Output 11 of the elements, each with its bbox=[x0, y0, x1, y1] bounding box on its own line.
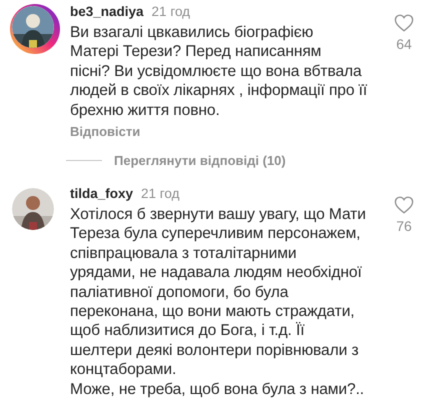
like-count: 64 bbox=[396, 36, 412, 52]
avatar-frame[interactable] bbox=[10, 4, 60, 54]
like-count: 76 bbox=[396, 218, 412, 234]
username[interactable]: be3_nadiya bbox=[70, 4, 144, 19]
comment-text: Ви взагалі цвкавились біографією Матері Терези? Перед написанням пісні? Ви усвідомлюєте що вона вбтвала людей в своїх лікарнях , інформації про її брехню життя повно. bbox=[70, 23, 368, 120]
username[interactable]: tilda_foxy bbox=[70, 186, 134, 202]
heart-icon[interactable] bbox=[394, 196, 414, 214]
timestamp: 21 год bbox=[152, 4, 190, 19]
heart-icon[interactable] bbox=[394, 14, 414, 32]
comment-text: Хотілося б звернути вашу увагу, що Мати Тереза була суперечливим персонажем, співпрацювала з тоталітарними урядами, не надавала людям необхідної паліативної допомоги, бо була переконана, що вони мають страждати, щоб наблизитися до Бога, і т.д. Її шелтери деякі волонтери порівнювали з концтаборами. Може, не треба, щоб вона була з нами?.. bbox=[70, 205, 367, 400]
timestamp: 21 год bbox=[141, 186, 180, 202]
